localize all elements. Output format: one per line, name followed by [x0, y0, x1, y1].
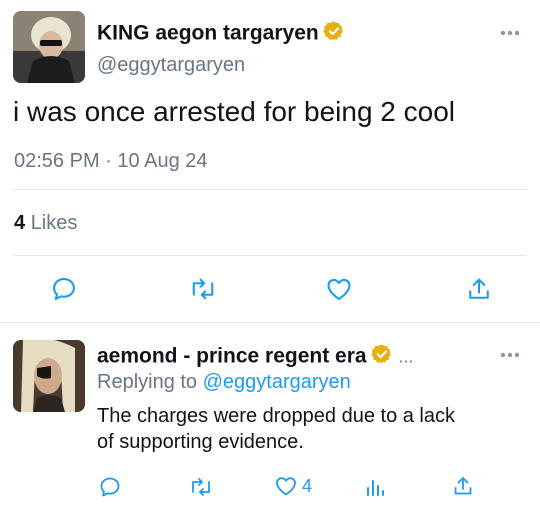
like-heart-icon[interactable]: [325, 275, 353, 303]
tweet-date: 10 Aug 24: [117, 150, 208, 172]
likes-count: 4: [14, 212, 26, 234]
tweet-author-handle[interactable]: @eggytargaryen: [97, 54, 245, 77]
reply-reply-icon[interactable]: [98, 475, 122, 499]
likes-label: Likes: [30, 212, 78, 234]
replying-to-label: Replying to: [97, 371, 198, 393]
reply-text-line-2: of supporting evidence.: [97, 431, 304, 453]
avatar-aegon-image: [13, 11, 85, 83]
reply-verified-badge-icon: [370, 343, 393, 371]
reply-text-line-1: The charges were dropped due to a lack: [97, 405, 455, 427]
tweet-text: i was once arrested for being 2 cool: [13, 96, 456, 127]
tweet-timestamp: 02:56 PM · 10 Aug 24: [14, 150, 208, 173]
reply-name-ellipsis: ...: [398, 346, 414, 367]
reply-share-icon[interactable]: [451, 474, 475, 498]
share-icon[interactable]: [465, 275, 493, 303]
avatar-aegon[interactable]: [13, 11, 85, 83]
divider-2: [13, 255, 527, 256]
reply-icon[interactable]: [50, 275, 78, 303]
replying-to-handle[interactable]: @eggytargaryen: [203, 371, 351, 393]
reply-more-dots-icon[interactable]: [500, 352, 520, 358]
divider-1: [13, 189, 527, 190]
avatar-aemond-image: [13, 340, 85, 412]
replying-to: Replying to @eggytargaryen: [97, 371, 351, 394]
reply-like-button[interactable]: 4: [274, 474, 312, 498]
retweet-icon[interactable]: [188, 275, 218, 303]
avatar-aemond[interactable]: [13, 340, 85, 412]
divider-3: [0, 322, 540, 323]
reply-author-name[interactable]: aemond - prince regent era: [97, 345, 367, 368]
tweet-time: 02:56 PM: [14, 150, 100, 172]
reply-like-heart-icon: [274, 474, 298, 498]
reply-retweet-icon[interactable]: [188, 475, 214, 499]
timestamp-separator: ·: [105, 150, 112, 172]
tweet-author-name[interactable]: KING aegon targaryen: [97, 22, 319, 45]
likes-summary[interactable]: 4 Likes: [14, 212, 77, 235]
verified-badge-icon: [323, 20, 345, 48]
more-dots-icon[interactable]: [500, 30, 520, 36]
analytics-icon[interactable]: [364, 476, 386, 498]
reply-like-count: 4: [302, 475, 313, 496]
